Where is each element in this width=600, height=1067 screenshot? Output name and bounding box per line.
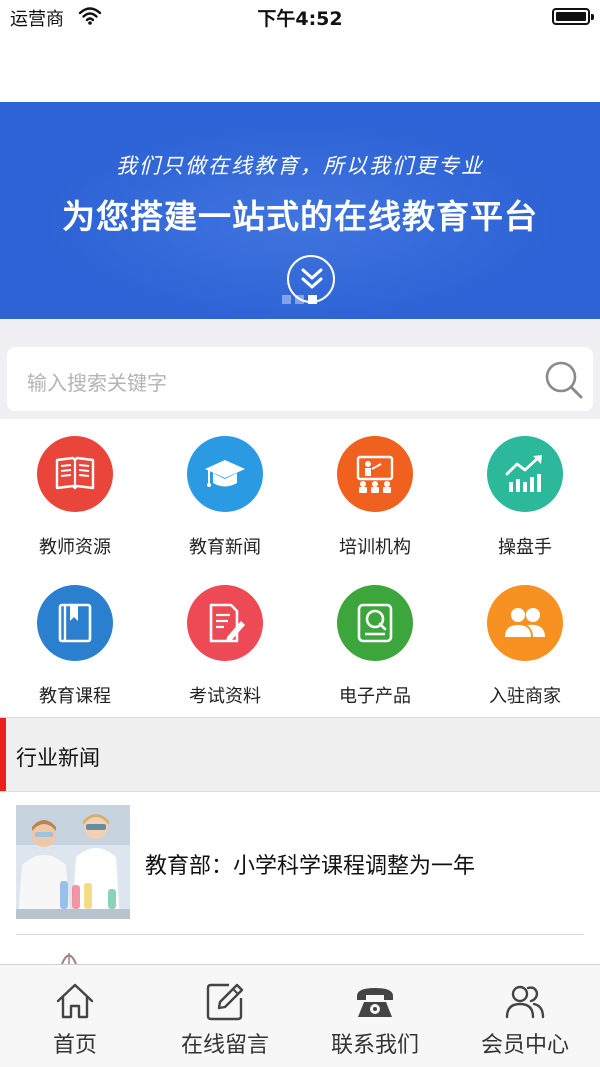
tab-contact-us[interactable]: 联系我们 <box>300 965 450 1067</box>
banner-subtitle: 我们只做在线教育，所以我们更专业 <box>116 154 484 178</box>
classroom-icon <box>337 436 413 512</box>
search-input[interactable]: 输入搜索关键字 <box>7 347 593 411</box>
tab-label: 联系我们 <box>330 1033 419 1058</box>
edit-icon <box>206 983 244 1021</box>
category-label: 考试资料 <box>189 686 261 707</box>
tab-label: 在线留言 <box>180 1033 269 1058</box>
tab-bar: 首页 在线留言 联系我们 会员中心 <box>0 964 600 1067</box>
app-screen: 运营商 下午4:52 我们只做在线教育，所以我们更专业 为您搭建一站式的在线教育… <box>0 0 600 1067</box>
news-thumbnail <box>16 805 130 919</box>
section-title: 行业新闻 <box>16 746 100 770</box>
navigation-bar <box>0 34 600 102</box>
trend-chart-icon <box>487 436 563 512</box>
category-label: 操盘手 <box>498 537 552 558</box>
category-teacher-resources[interactable]: 教师资源 <box>0 419 150 568</box>
category-education-courses[interactable]: 教育课程 <box>0 568 150 717</box>
category-label: 入驻商家 <box>489 686 561 707</box>
exam-paper-icon <box>187 585 263 661</box>
category-electronics[interactable]: 电子产品 <box>300 568 450 717</box>
carousel-dot[interactable] <box>295 295 304 304</box>
merchants-icon <box>487 585 563 661</box>
category-trader[interactable]: 操盘手 <box>450 419 600 568</box>
category-grid: 教师资源 教育新闻 培训机构 操盘手 教育课程 考试资料 电子产品 入驻商家 <box>0 419 600 717</box>
category-label: 教育课程 <box>39 686 111 707</box>
tab-online-message[interactable]: 在线留言 <box>150 965 300 1067</box>
tab-member-center[interactable]: 会员中心 <box>450 965 600 1067</box>
carousel-dot-active[interactable] <box>308 295 317 304</box>
battery-icon <box>552 8 594 25</box>
home-icon <box>56 983 94 1019</box>
carousel-page-indicator[interactable] <box>282 295 321 305</box>
tab-home[interactable]: 首页 <box>0 965 150 1067</box>
section-header: 行业新闻 <box>0 717 600 792</box>
list-item[interactable] <box>0 935 600 964</box>
status-time: 下午4:52 <box>257 8 343 30</box>
section-accent-bar <box>0 718 6 791</box>
tab-label: 会员中心 <box>480 1033 569 1058</box>
members-icon <box>505 985 545 1019</box>
tab-label: 首页 <box>52 1033 97 1058</box>
category-merchants[interactable]: 入驻商家 <box>450 568 600 717</box>
category-label: 教育新闻 <box>189 537 261 558</box>
banner-carousel[interactable]: 我们只做在线教育，所以我们更专业 为您搭建一站式的在线教育平台 <box>0 102 600 319</box>
category-training-institutions[interactable]: 培训机构 <box>300 419 450 568</box>
device-icon <box>337 585 413 661</box>
graduation-cap-icon <box>187 436 263 512</box>
category-label: 电子产品 <box>339 686 411 707</box>
news-title[interactable]: 教育部：小学科学课程调整为一年 <box>145 848 475 880</box>
category-label: 教师资源 <box>39 537 111 558</box>
book-icon <box>37 436 113 512</box>
status-bar: 运营商 下午4:52 <box>0 0 600 34</box>
carousel-dot[interactable] <box>282 295 291 304</box>
course-book-icon <box>37 585 113 661</box>
category-exam-materials[interactable]: 考试资料 <box>150 568 300 717</box>
news-list-item[interactable]: 教育部：小学科学课程调整为一年 <box>0 792 600 934</box>
search-icon[interactable] <box>543 359 585 401</box>
search-placeholder: 输入搜索关键字 <box>27 371 167 395</box>
search-section: 输入搜索关键字 <box>0 319 600 419</box>
banner-title: 为您搭建一站式的在线教育平台 <box>62 197 538 236</box>
phone-icon <box>357 988 393 1017</box>
news-thumbnail <box>61 953 77 964</box>
category-label: 培训机构 <box>339 537 411 558</box>
category-education-news[interactable]: 教育新闻 <box>150 419 300 568</box>
